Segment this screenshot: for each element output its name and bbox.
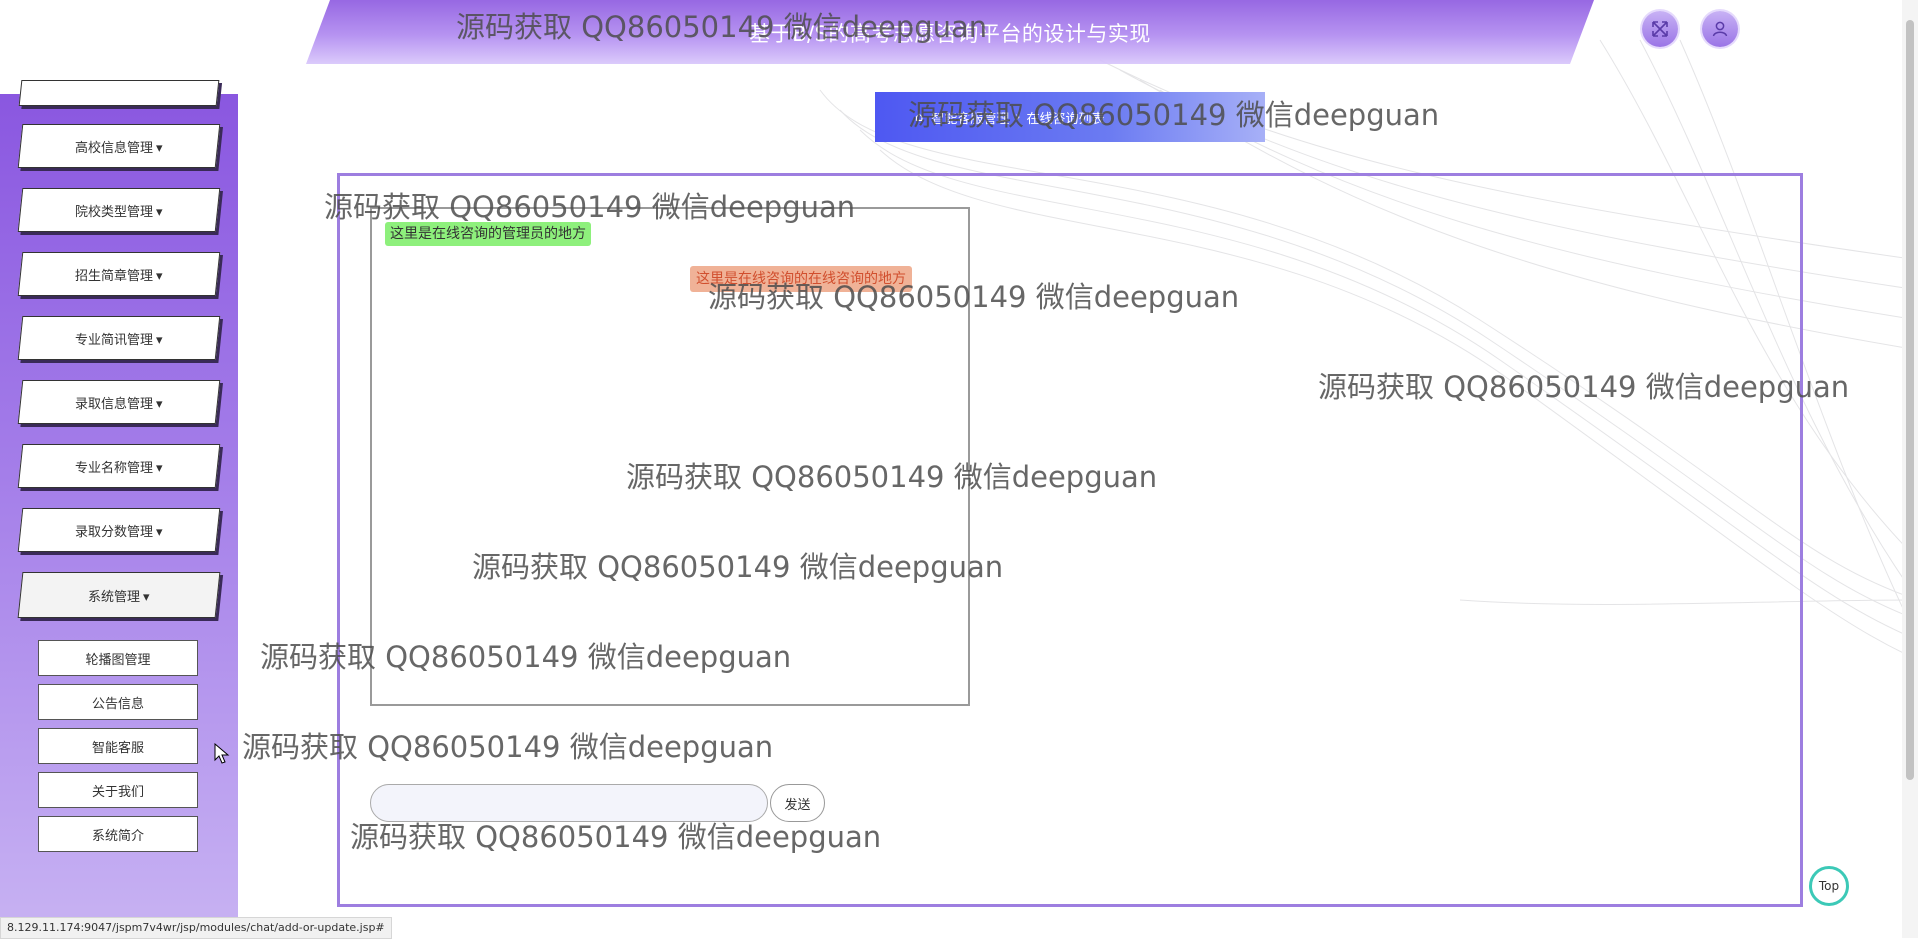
submenu-announcement[interactable]: 公告信息 (38, 684, 198, 720)
sidebar-item-admission-score[interactable]: 录取分数管理 ▾ (17, 508, 221, 552)
back-to-top-button[interactable]: Top (1809, 866, 1849, 906)
admin-message-bubble: 这里是在线咨询的管理员的地方 (385, 222, 591, 246)
sidebar-item-school-type[interactable]: 院校类型管理 ▾ (17, 188, 221, 232)
caret-down-icon: ▾ (156, 140, 163, 156)
user-icon (1712, 21, 1728, 37)
sidebar-item-university-info[interactable]: 高校信息管理 ▾ (17, 124, 221, 168)
sidebar-item-partial[interactable] (18, 80, 220, 106)
caret-down-icon: ▾ (156, 204, 163, 220)
mouse-cursor-icon (214, 743, 230, 764)
sidebar-item-label: 系统管理 (88, 589, 141, 605)
submenu-system-intro[interactable]: 系统简介 (38, 816, 198, 852)
caret-down-icon: ▾ (156, 268, 163, 284)
sidebar-item-label: 录取分数管理 (75, 524, 154, 540)
expand-icon (1652, 21, 1668, 37)
submenu-about-us[interactable]: 关于我们 (38, 772, 198, 808)
app-title: 基于B/S的高考志愿咨询平台的设计与实现 (749, 22, 1151, 46)
user-profile-button[interactable] (1702, 11, 1738, 47)
sidebar-item-label: 招生简章管理 (75, 268, 154, 284)
breadcrumb-item[interactable]: 智能客服管理 (931, 108, 1009, 127)
sidebar-item-label: 专业简讯管理 (75, 332, 154, 348)
status-bar-url: 8.129.11.174:9047/jspm7v4wr/jsp/modules/… (0, 917, 392, 939)
caret-down-icon: ▾ (156, 332, 163, 348)
sidebar-item-admission-brochure[interactable]: 招生简章管理 ▾ (17, 252, 221, 296)
scrollbar-thumb[interactable] (1906, 20, 1914, 780)
submenu-carousel[interactable]: 轮播图管理 (38, 640, 198, 676)
chat-input[interactable] (370, 784, 768, 822)
caret-down-icon: ▾ (156, 460, 163, 476)
breadcrumb-separator: › (1015, 109, 1021, 125)
home-icon: ⌂ (915, 109, 924, 125)
fullscreen-button[interactable] (1642, 11, 1678, 47)
sidebar-item-admission-info[interactable]: 录取信息管理 ▾ (17, 380, 221, 424)
sidebar-item-label: 高校信息管理 (75, 140, 154, 156)
caret-down-icon: ▾ (156, 524, 163, 540)
sidebar-item-label: 院校类型管理 (75, 204, 154, 220)
caret-down-icon: ▾ (143, 589, 150, 605)
breadcrumb: ⌂ 智能客服管理 › 在线咨询列表 (875, 92, 1265, 142)
submenu-smart-service[interactable]: 智能客服 (38, 728, 198, 764)
send-button[interactable]: 发送 (770, 784, 825, 822)
caret-down-icon: ▾ (156, 396, 163, 412)
sidebar-item-system[interactable]: 系统管理 ▾ (17, 572, 221, 618)
breadcrumb-item: 在线咨询列表 (1026, 111, 1105, 127)
sidebar-item-major-news[interactable]: 专业简讯管理 ▾ (17, 316, 221, 360)
sidebar-item-label: 录取信息管理 (75, 396, 154, 412)
sidebar-item-major-name[interactable]: 专业名称管理 ▾ (17, 444, 221, 488)
user-message-bubble: 这里是在线咨询的在线咨询的地方 (690, 266, 912, 292)
sidebar-item-label: 专业名称管理 (75, 460, 154, 476)
